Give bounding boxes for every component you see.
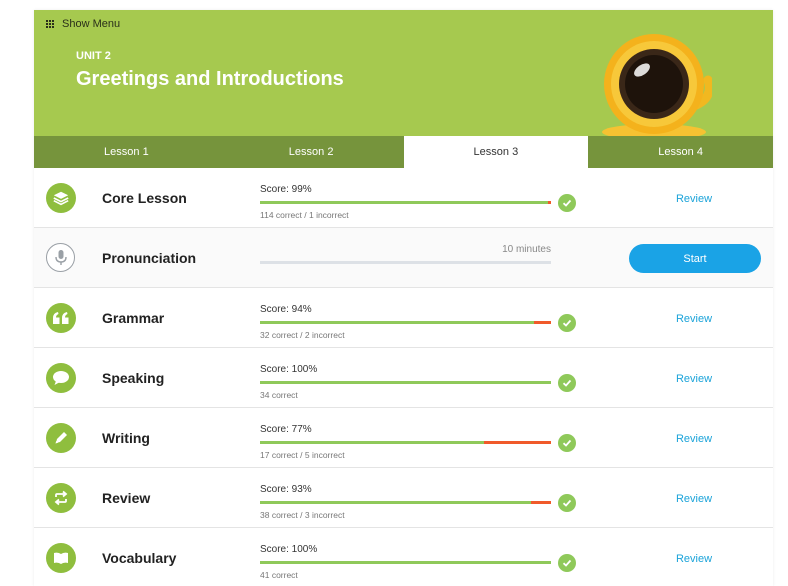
tab-label: Lesson 4: [658, 146, 703, 158]
score-bar-incorrect: [534, 321, 551, 324]
score-bar-correct: [260, 201, 548, 204]
score-detail: 32 correct / 2 incorrect: [260, 330, 345, 340]
quote-icon[interactable]: [46, 303, 76, 333]
score-text: Score: 100%: [260, 544, 318, 555]
repeat-icon[interactable]: [46, 483, 76, 513]
activity-row-pronunciation: Pronunciation 10 minutes Start: [34, 228, 773, 288]
show-menu-label: Show Menu: [62, 18, 121, 30]
score-text: Score: 94%: [260, 304, 312, 315]
pencil-icon[interactable]: [46, 423, 76, 453]
activity-row-review: Review Score: 93% 38 correct / 3 incorre…: [34, 468, 773, 528]
activity-name[interactable]: Writing: [102, 430, 150, 446]
activity-row-vocabulary: Vocabulary Score: 100% 41 correct Review: [34, 528, 773, 586]
score-bar: [260, 261, 551, 264]
review-link[interactable]: Review: [644, 433, 744, 445]
score-bar: [260, 201, 551, 204]
grid-icon: [46, 19, 56, 29]
score-text: Score: 100%: [260, 364, 318, 375]
score-detail: 17 correct / 5 incorrect: [260, 450, 345, 460]
score-detail: 38 correct / 3 incorrect: [260, 510, 345, 520]
score-text: Score: 77%: [260, 424, 312, 435]
speech-bubble-icon[interactable]: [46, 363, 76, 393]
check-icon: [558, 494, 576, 512]
score-bar: [260, 441, 551, 444]
score-bar-correct: [260, 501, 531, 504]
check-icon: [558, 314, 576, 332]
score-bar-correct: [260, 381, 551, 384]
score-bar: [260, 321, 551, 324]
tab-lesson-1[interactable]: Lesson 1: [34, 136, 219, 168]
activity-name[interactable]: Vocabulary: [102, 550, 176, 566]
tab-lesson-3[interactable]: Lesson 3: [403, 136, 589, 168]
check-icon: [558, 194, 576, 212]
check-icon: [558, 374, 576, 392]
unit-panel: Show Menu UNIT 2 Greetings and Introduct…: [34, 10, 773, 586]
score-text: Score: 93%: [260, 484, 312, 495]
book-icon[interactable]: [46, 543, 76, 573]
tab-label: Lesson 2: [288, 146, 334, 158]
review-link[interactable]: Review: [644, 193, 744, 205]
activity-row-speaking: Speaking Score: 100% 34 correct Review: [34, 348, 773, 408]
unit-label: UNIT 2: [76, 50, 111, 62]
score-bar: [260, 381, 551, 384]
duration-text: 10 minutes: [502, 244, 551, 255]
activity-list: Core Lesson Score: 99% 114 correct / 1 i…: [34, 168, 773, 586]
layers-icon[interactable]: [46, 183, 76, 213]
activity-name[interactable]: Review: [102, 490, 150, 506]
score-bar: [260, 561, 551, 564]
tab-lesson-4[interactable]: Lesson 4: [588, 136, 773, 168]
score-text: Score: 99%: [260, 184, 312, 195]
coffee-cup-illustration: [602, 34, 712, 136]
activity-name[interactable]: Speaking: [102, 370, 164, 386]
start-button[interactable]: Start: [629, 244, 761, 273]
tab-label: Lesson 3: [473, 146, 519, 158]
score-detail: 114 correct / 1 incorrect: [260, 210, 349, 220]
score-detail: 34 correct: [260, 390, 298, 400]
activity-name[interactable]: Grammar: [102, 310, 164, 326]
activity-row-writing: Writing Score: 77% 17 correct / 5 incorr…: [34, 408, 773, 468]
check-icon: [558, 434, 576, 452]
show-menu-button[interactable]: Show Menu: [46, 18, 120, 30]
activity-name[interactable]: Pronunciation: [102, 250, 196, 266]
unit-title: Greetings and Introductions: [76, 68, 344, 90]
activity-row-grammar: Grammar Score: 94% 32 correct / 2 incorr…: [34, 288, 773, 348]
score-bar-correct: [260, 321, 534, 324]
score-bar-correct: [260, 561, 551, 564]
check-icon: [558, 554, 576, 572]
score-bar-incorrect: [548, 201, 551, 204]
activity-name[interactable]: Core Lesson: [102, 190, 187, 206]
score-bar: [260, 501, 551, 504]
review-link[interactable]: Review: [644, 553, 744, 565]
unit-header: Show Menu UNIT 2 Greetings and Introduct…: [34, 10, 773, 136]
microphone-icon[interactable]: [46, 243, 75, 272]
score-bar-correct: [260, 441, 484, 444]
tab-lesson-2[interactable]: Lesson 2: [219, 136, 404, 168]
lesson-tabs: Lesson 1 Lesson 2 Lesson 3 Lesson 4: [34, 136, 773, 168]
activity-row-core-lesson: Core Lesson Score: 99% 114 correct / 1 i…: [34, 168, 773, 228]
score-detail: 41 correct: [260, 570, 298, 580]
score-bar-incorrect: [484, 441, 551, 444]
score-bar-incorrect: [531, 501, 551, 504]
review-link[interactable]: Review: [644, 313, 744, 325]
review-link[interactable]: Review: [644, 373, 744, 385]
review-link[interactable]: Review: [644, 493, 744, 505]
tab-label: Lesson 1: [104, 146, 149, 158]
